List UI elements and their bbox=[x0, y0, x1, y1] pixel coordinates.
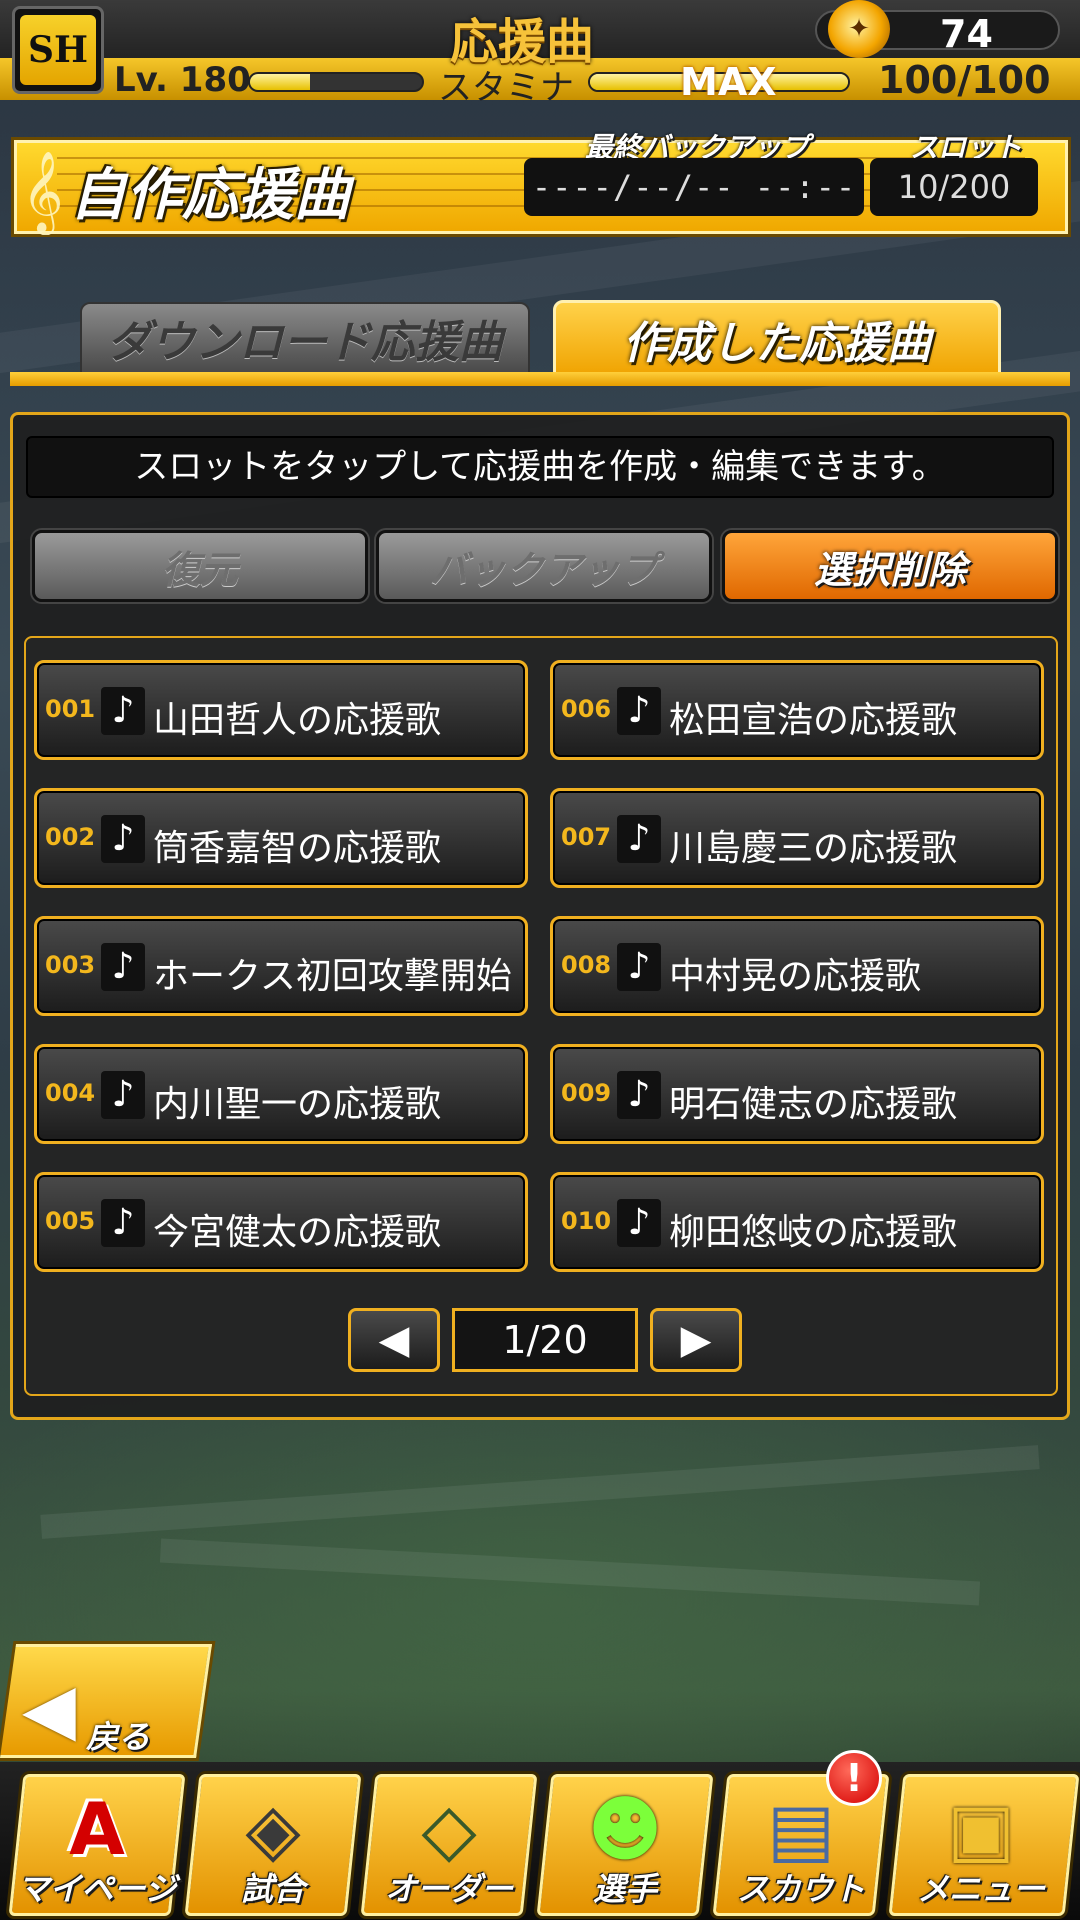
slot-song-name: ホークス初回攻撃開始 bbox=[153, 956, 512, 997]
arrow-right-icon: ▶ bbox=[680, 1317, 712, 1363]
backup-button[interactable]: バックアップ bbox=[376, 530, 712, 602]
level-progress-bar bbox=[248, 72, 424, 92]
slot-count-value: 10/200 bbox=[870, 158, 1038, 216]
instruction-text: スロットをタップして応援曲を作成・編集できます。 bbox=[26, 436, 1054, 498]
back-button-label: 戻る bbox=[86, 1718, 151, 1756]
slot-number: 003 bbox=[45, 951, 96, 979]
player-icon: ☻ bbox=[587, 1787, 663, 1871]
music-note-icon: ♪ bbox=[101, 1199, 145, 1247]
stamina-value: 100/100 bbox=[878, 58, 1051, 102]
slot-number: 008 bbox=[561, 951, 612, 979]
page-indicator: 1/20 bbox=[452, 1308, 638, 1372]
arrow-left-icon: ◀ bbox=[378, 1317, 410, 1363]
music-note-icon: ♪ bbox=[101, 1071, 145, 1119]
nav-label: スカウト bbox=[736, 1870, 865, 1908]
slot-number: 004 bbox=[45, 1079, 96, 1107]
slot-song-name: 内川聖一の応援歌 bbox=[153, 1084, 442, 1125]
music-note-icon: ♪ bbox=[617, 687, 661, 735]
slot-song-name: 明石健志の応援歌 bbox=[669, 1084, 958, 1125]
slot-item[interactable]: 009 ♪ 明石健志の応援歌 bbox=[550, 1044, 1044, 1144]
field-line bbox=[159, 1538, 981, 1606]
team-logo-mark: SH bbox=[20, 15, 96, 85]
slot-song-name: 中村晃の応援歌 bbox=[669, 956, 922, 997]
level-progress-fill bbox=[250, 74, 311, 90]
slot-number: 009 bbox=[561, 1079, 612, 1107]
scout-notification-badge: ! bbox=[826, 1750, 882, 1806]
slot-number: 006 bbox=[561, 695, 612, 723]
last-backup-value: ----/--/-- --:-- bbox=[524, 158, 864, 216]
slot-number: 001 bbox=[45, 695, 96, 723]
stamina-label: スタミナ bbox=[438, 68, 574, 108]
slot-item[interactable]: 006 ♪ 松田宣浩の応援歌 bbox=[550, 660, 1044, 760]
coin-count: 74 bbox=[940, 12, 993, 56]
nav-label: マイページ bbox=[17, 1870, 177, 1908]
slot-item[interactable]: 007 ♪ 川島慶三の応援歌 bbox=[550, 788, 1044, 888]
slot-item[interactable]: 002 ♪ 筒香嘉智の応援歌 bbox=[34, 788, 528, 888]
nav-label: オーダー bbox=[384, 1870, 513, 1908]
nav-label: メニュー bbox=[916, 1870, 1045, 1908]
menu-box-icon: ▣ bbox=[946, 1787, 1016, 1871]
slot-song-name: 山田哲人の応援歌 bbox=[153, 700, 442, 741]
diamond-field-icon: ◇ bbox=[421, 1787, 477, 1871]
slot-item[interactable]: 004 ♪ 内川聖一の応援歌 bbox=[34, 1044, 528, 1144]
slot-item[interactable]: 010 ♪ 柳田悠岐の応援歌 bbox=[550, 1172, 1044, 1272]
plate-title: 自作応援曲 bbox=[70, 163, 350, 228]
slot-item[interactable]: 005 ♪ 今宮健太の応援歌 bbox=[34, 1172, 528, 1272]
stadium-icon: ◈ bbox=[245, 1787, 301, 1871]
slot-number: 007 bbox=[561, 823, 612, 851]
stamina-max-label: MAX bbox=[680, 60, 777, 104]
slot-item[interactable]: 003 ♪ ホークス初回攻撃開始 bbox=[34, 916, 528, 1016]
field-line bbox=[40, 1445, 1040, 1539]
music-note-icon: ♪ bbox=[617, 1071, 661, 1119]
slot-song-name: 松田宣浩の応援歌 bbox=[669, 700, 958, 741]
slot-song-name: 今宮健太の応援歌 bbox=[153, 1212, 442, 1253]
level-label: Lv. 180 bbox=[114, 60, 251, 100]
tab-created-songs[interactable]: 作成した応援曲 bbox=[553, 300, 1001, 378]
back-arrow-icon: ◀ bbox=[22, 1668, 76, 1750]
team-logo[interactable]: SH bbox=[12, 6, 104, 94]
music-note-icon: ♪ bbox=[617, 943, 661, 991]
restore-button[interactable]: 復元 bbox=[32, 530, 368, 602]
slot-song-name: 柳田悠岐の応援歌 bbox=[669, 1212, 958, 1253]
music-note-icon: ♪ bbox=[101, 815, 145, 863]
treble-clef-icon: 𝄞 bbox=[22, 150, 64, 232]
nav-label: 試合 bbox=[240, 1870, 305, 1908]
slot-item[interactable]: 008 ♪ 中村晃の応援歌 bbox=[550, 916, 1044, 1016]
music-note-icon: ♪ bbox=[617, 1199, 661, 1247]
slot-number: 002 bbox=[45, 823, 96, 851]
tab-underline bbox=[10, 372, 1070, 386]
mypage-a-icon: A bbox=[69, 1787, 125, 1871]
music-note-icon: ♪ bbox=[101, 687, 145, 735]
delete-selected-button[interactable]: 選択削除 bbox=[722, 530, 1058, 602]
slot-number: 010 bbox=[561, 1207, 612, 1235]
music-note-icon: ♪ bbox=[101, 943, 145, 991]
coin-icon: ✦ bbox=[828, 0, 890, 58]
next-page-button[interactable]: ▶ bbox=[650, 1308, 742, 1372]
slot-song-name: 川島慶三の応援歌 bbox=[669, 828, 958, 869]
nav-label: 選手 bbox=[592, 1870, 657, 1908]
tab-downloaded-songs[interactable]: ダウンロード応援曲 bbox=[80, 302, 530, 374]
music-note-icon: ♪ bbox=[617, 815, 661, 863]
slot-song-name: 筒香嘉智の応援歌 bbox=[153, 828, 442, 869]
prev-page-button[interactable]: ◀ bbox=[348, 1308, 440, 1372]
slot-item[interactable]: 001 ♪ 山田哲人の応援歌 bbox=[34, 660, 528, 760]
slot-number: 005 bbox=[45, 1207, 96, 1235]
